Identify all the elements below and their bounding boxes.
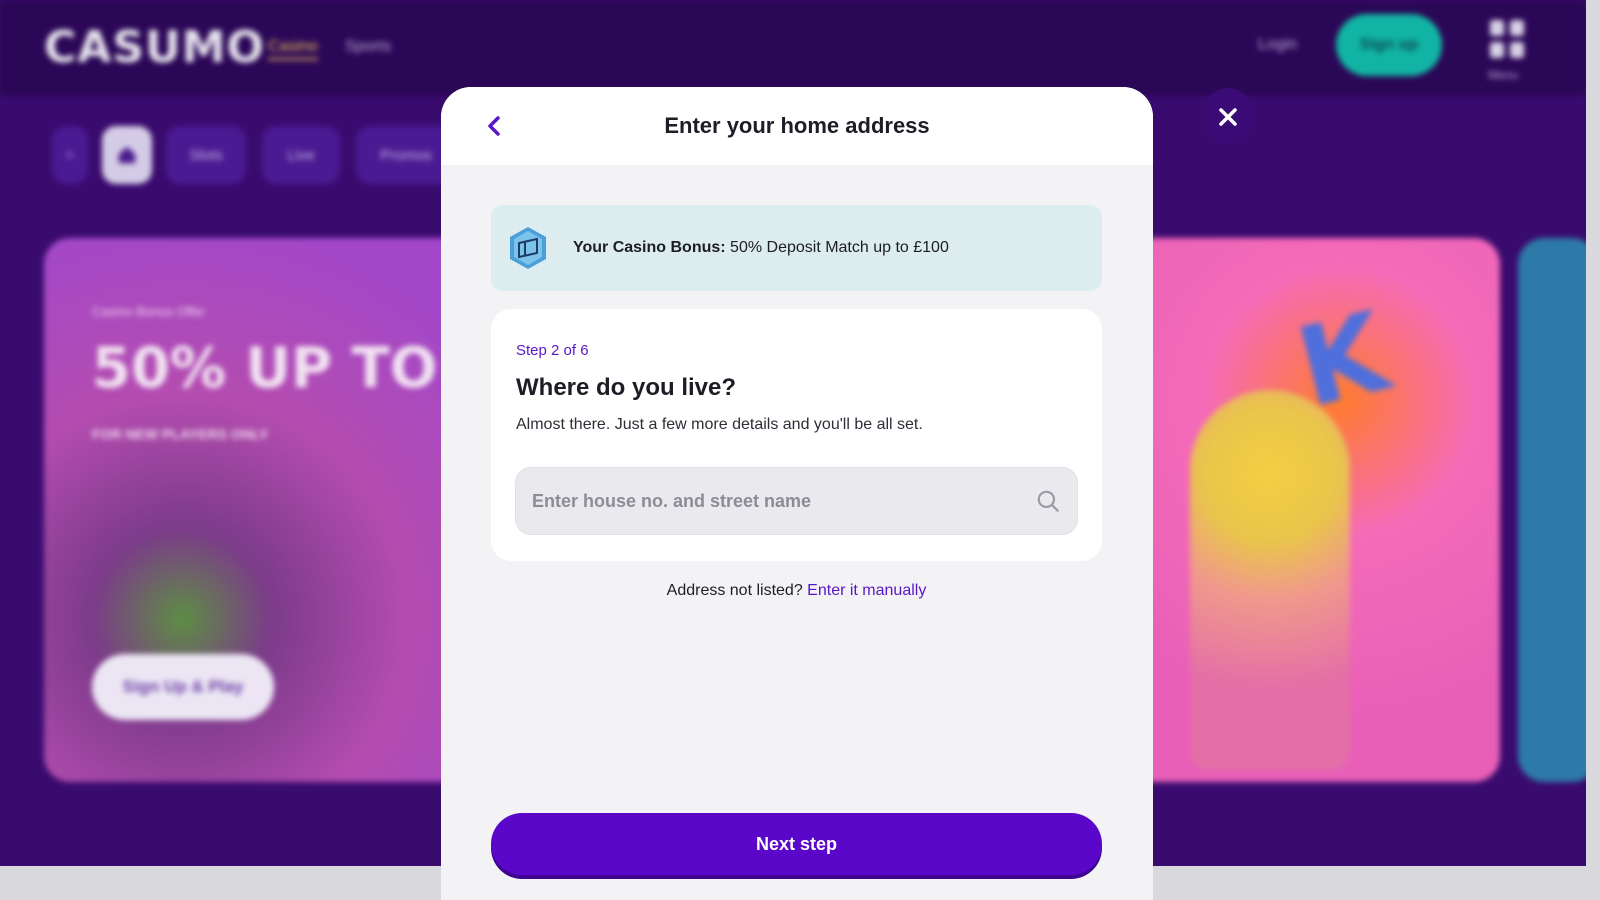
- enter-manually-link[interactable]: Enter it manually: [807, 582, 926, 599]
- home-icon: [118, 146, 136, 164]
- signup-button[interactable]: Sign up: [1336, 14, 1442, 76]
- casumo-logo: CASUMO: [44, 22, 265, 73]
- bonus-description: 50% Deposit Match up to £100: [725, 239, 949, 256]
- chevron-left-icon: [488, 116, 500, 136]
- close-modal-button[interactable]: [1203, 88, 1253, 146]
- search-pill[interactable]: [52, 126, 88, 184]
- menu-label: Menu: [1488, 68, 1519, 82]
- menu-grid-icon[interactable]: [1490, 20, 1524, 58]
- bonus-text: Your Casino Bonus: 50% Deposit Match up …: [573, 239, 949, 257]
- address-question: Where do you live?: [516, 374, 737, 401]
- back-button[interactable]: [477, 109, 511, 143]
- background-header: CASUMO Casino Sports Login Sign up Menu: [0, 0, 1586, 96]
- login-link[interactable]: Login: [1258, 36, 1297, 54]
- next-step-button[interactable]: Next step: [491, 813, 1102, 875]
- game-character-image: [1190, 390, 1350, 770]
- search-icon: [66, 151, 74, 159]
- promo-cta-button[interactable]: Sign Up & Play: [92, 654, 274, 720]
- bonus-banner: Your Casino Bonus: 50% Deposit Match up …: [491, 205, 1102, 291]
- manual-entry-row: Address not listed? Enter it manually: [441, 582, 1152, 600]
- step-indicator: Step 2 of 6: [516, 342, 589, 359]
- close-icon: [1219, 108, 1237, 126]
- address-search-field[interactable]: [515, 467, 1078, 535]
- manual-prompt: Address not listed?: [666, 582, 803, 599]
- bonus-ticket-icon: [507, 225, 549, 271]
- address-input[interactable]: [532, 468, 1012, 534]
- game-card-partial[interactable]: [1518, 238, 1586, 782]
- search-icon[interactable]: [1035, 488, 1061, 514]
- modal-title: Enter your home address: [664, 113, 930, 138]
- nav-casino[interactable]: Casino: [268, 38, 318, 60]
- home-pill[interactable]: [102, 126, 152, 184]
- slots-pill[interactable]: Slots: [166, 126, 246, 184]
- address-modal: Enter your home address Your Casino Bonu…: [441, 87, 1153, 900]
- bonus-label: Your Casino Bonus:: [573, 239, 726, 256]
- promo-small-text: Casino Bonus Offer: [92, 304, 206, 319]
- modal-header: Enter your home address: [441, 87, 1153, 165]
- helper-text: Almost there. Just a few more details an…: [516, 416, 923, 433]
- promo-subtext: FOR NEW PLAYERS ONLY: [92, 426, 269, 442]
- live-pill[interactable]: Live: [262, 126, 340, 184]
- address-card: Step 2 of 6 Where do you live? Almost th…: [491, 309, 1102, 561]
- nav-sports[interactable]: Sports: [345, 38, 391, 56]
